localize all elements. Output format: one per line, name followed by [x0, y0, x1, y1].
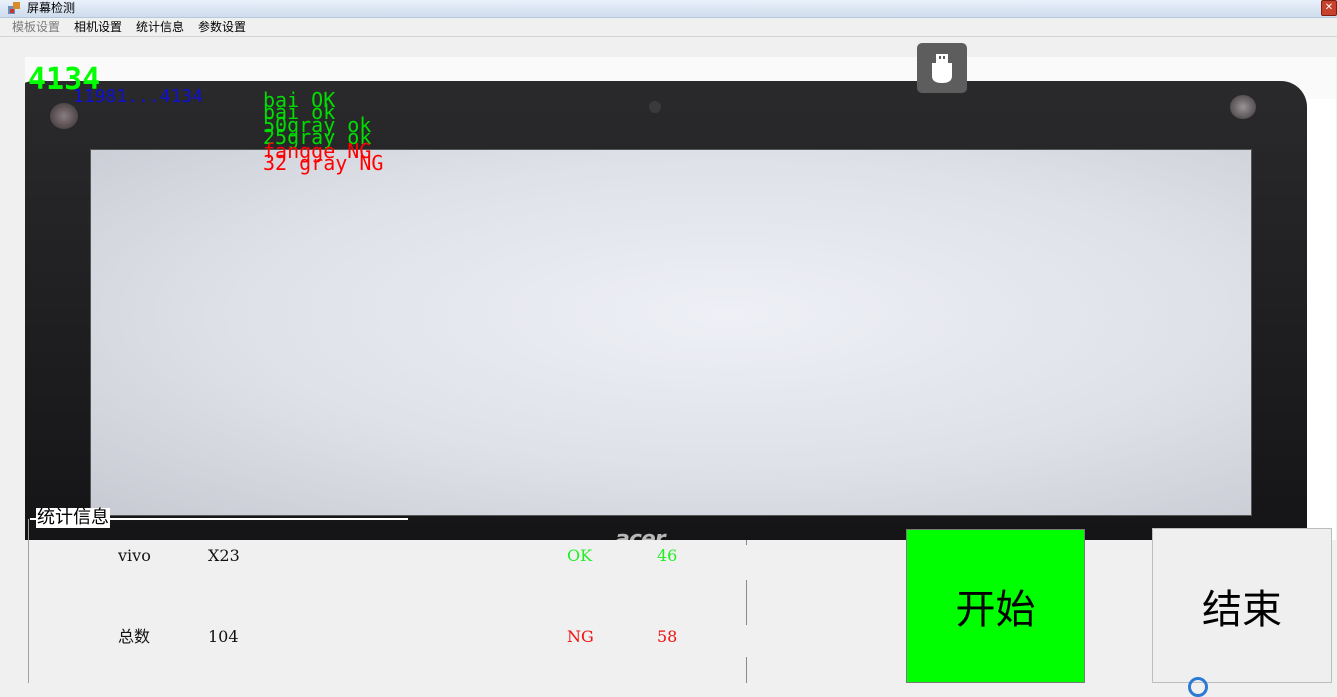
ng-label: NG — [567, 627, 594, 646]
close-button[interactable]: ✕ — [1321, 0, 1337, 16]
close-icon: ✕ — [1324, 2, 1334, 13]
menu-camera-settings[interactable]: 相机设置 — [74, 20, 122, 34]
phone-brand: vivo — [118, 546, 151, 565]
stats-divider-middle — [746, 580, 747, 625]
stats-group-title: 统计信息 — [36, 507, 110, 528]
stats-divider-top — [746, 540, 747, 545]
busy-indicator-icon — [1188, 677, 1208, 697]
end-button[interactable]: 结束 — [1152, 528, 1332, 683]
menu-bar: 模板设置 相机设置 统计信息 参数设置 — [0, 18, 1337, 37]
camera-view: acer 4134 11981...4134 bai OK bai ok 50g… — [25, 57, 1336, 540]
total-count: 104 — [208, 627, 239, 646]
ok-label: OK — [567, 546, 593, 565]
ok-count: 46 — [657, 546, 678, 565]
start-button[interactable]: 开始 — [906, 529, 1085, 683]
start-button-label: 开始 — [955, 587, 1036, 633]
webcam-dot — [649, 101, 661, 113]
window-title: 屏幕检测 — [27, 1, 76, 15]
groupbox-left-border — [28, 519, 29, 683]
app-icon — [8, 2, 20, 14]
monitor-bezel: acer — [25, 81, 1307, 540]
ng-count: 58 — [657, 627, 678, 646]
menu-parameter-settings[interactable]: 参数设置 — [198, 20, 246, 34]
title-bar: 屏幕检测 ✕ — [0, 0, 1337, 18]
menu-template-settings[interactable]: 模板设置 — [12, 20, 60, 34]
bezel-light-right — [1230, 95, 1256, 119]
phone-model: X23 — [208, 546, 240, 565]
monitor-screen — [90, 149, 1252, 516]
stats-divider-bottom — [746, 657, 747, 683]
usb-button[interactable] — [917, 43, 967, 93]
usb-drive-icon — [932, 54, 952, 83]
result-32gray: 32 gray NG — [263, 151, 384, 175]
monitor-brand-logo: acer — [615, 527, 666, 540]
menu-statistics[interactable]: 统计信息 — [136, 20, 184, 34]
total-label: 总数 — [118, 627, 151, 646]
end-button-label: 结束 — [1202, 586, 1282, 633]
serial-number: 11981...4134 — [73, 86, 204, 107]
